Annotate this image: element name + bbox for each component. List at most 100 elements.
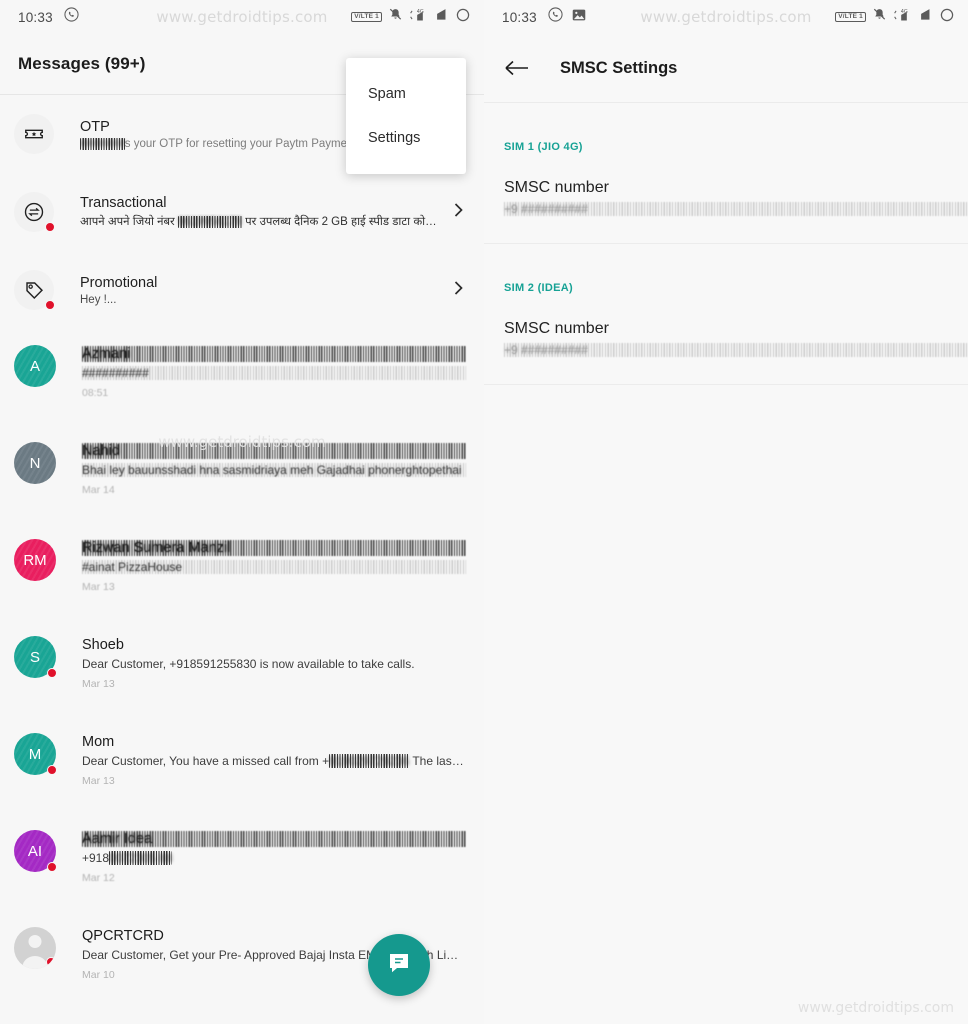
snippet-prefix: आपने अपने जियो नंबर <box>80 216 178 228</box>
center-watermark: www.getdroidtips.com <box>158 433 326 451</box>
avatar: M <box>14 733 57 775</box>
conversation-text: Azmani ########## 08:51 <box>82 345 466 426</box>
redacted-phone: 9619956178 <box>177 216 242 228</box>
dual-screenshot-composite: 10:33 www.getdroidtips.com V/LTE 1 4G Me… <box>0 0 968 1024</box>
avatar: S <box>14 636 57 678</box>
snippet-suffix: The last miss... <box>412 754 466 768</box>
unread-badge <box>46 957 56 967</box>
redacted-text: ####### <box>80 137 125 150</box>
smsc-number-row-sim1[interactable]: SMSC number +9 ########## <box>484 153 968 216</box>
message-snippet: #ainat PizzaHouse <box>82 560 466 574</box>
conversation-row[interactable]: RM Rizwan Sumera Manzil #ainat PizzaHous… <box>0 523 484 620</box>
status-bar: 10:33 www.getdroidtips.com V/LTE 1 4G <box>0 0 484 34</box>
avatar-initials: S <box>29 648 40 666</box>
conversation-text: Aamir Idea +9180072305 88 Mar 12 <box>82 830 466 911</box>
message-snippet: ########## <box>82 366 466 380</box>
category-text-promotional: Promotional Hey !... <box>80 275 442 306</box>
notifications-muted-icon <box>389 8 402 27</box>
avatar-initials: N <box>29 454 41 472</box>
image-icon <box>572 8 586 26</box>
conversation-text: Nahid Bhai ley bauunsshadi hna sasmidria… <box>82 442 466 523</box>
message-date: Mar 13 <box>82 678 115 690</box>
right-panel-smsc-settings: 10:33 www.getdroidtips.com V/LTE 1 4G SM… <box>484 0 968 1024</box>
unread-badge <box>47 862 57 872</box>
message-snippet: Dear Customer, You have a missed call fr… <box>82 754 466 768</box>
conversation-text: Shoeb Dear Customer, +918591255830 is no… <box>82 636 466 717</box>
category-title: Transactional <box>80 195 167 211</box>
message-date: 08:51 <box>82 387 109 399</box>
contact-name: Aamir Idea <box>82 831 466 847</box>
message-snippet: Dear Customer, +918591255830 is now avai… <box>82 657 415 671</box>
sim-section-label-1: SIM 1 (JIO 4G) <box>504 141 583 153</box>
back-arrow-icon[interactable] <box>504 59 538 77</box>
chevron-right-icon[interactable] <box>452 278 466 303</box>
volte-badge: V/LTE 1 <box>351 11 382 23</box>
avatar: RM <box>14 539 56 581</box>
status-bar-system-icons: V/LTE 1 4G <box>351 8 470 27</box>
conversation-text: Rizwan Sumera Manzil #ainat PizzaHouse M… <box>82 539 466 620</box>
conversation-text: Mom Dear Customer, You have a missed cal… <box>82 733 466 814</box>
notifications-muted-icon <box>873 8 886 27</box>
category-row-transactional[interactable]: Transactional आपने अपने जियो नंबर 961995… <box>0 173 484 251</box>
avatar: AI <box>14 830 57 872</box>
contact-name: Azmani <box>82 346 466 362</box>
whatsapp-icon <box>548 7 563 27</box>
message-snippet: Bhai ley bauunsshadi hna sasmidriaya meh… <box>82 463 466 477</box>
avatar-initials: A <box>29 357 40 375</box>
setting-value: +9 ########## <box>504 343 968 357</box>
snippet-prefix: Dear Customer, You have a missed call fr… <box>82 754 330 768</box>
conversation-row[interactable]: A Azmani ########## 08:51 <box>0 329 484 426</box>
status-bar-system-icons: V/LTE 1 4G <box>835 8 954 27</box>
ticket-star-icon <box>14 114 54 154</box>
avatar-placeholder-icon <box>14 927 56 969</box>
category-snippet: Hey !... <box>80 293 117 306</box>
avatar: A <box>14 345 56 387</box>
contact-name: Mom <box>82 734 115 750</box>
unread-badge <box>47 765 57 775</box>
contact-name: Shoeb <box>82 637 124 653</box>
signal-icon <box>436 8 449 26</box>
contact-name: Rizwan Sumera Manzil <box>82 540 466 556</box>
chevron-right-icon[interactable] <box>452 200 466 225</box>
left-panel-messages-app: 10:33 www.getdroidtips.com V/LTE 1 4G Me… <box>0 0 484 1024</box>
status-bar-clock: 10:33 <box>502 9 537 25</box>
avatar-initials: AI <box>27 842 43 860</box>
redacted-phone: 0072305 88 <box>109 851 173 865</box>
unread-badge <box>45 300 55 310</box>
setting-value: +9 ########## <box>504 202 968 216</box>
avatar-initials: M <box>28 745 42 763</box>
signal-4g-icon: 4G <box>893 8 913 27</box>
setting-title: SMSC number <box>504 320 609 337</box>
battery-icon <box>456 8 470 27</box>
category-row-promotional[interactable]: Promotional Hey !... <box>0 251 484 329</box>
redacted-phone: 919029729236 <box>329 754 410 768</box>
signal-4g-icon: 4G <box>409 8 429 27</box>
category-snippet: आपने अपने जियो नंबर 9619956178 पर उपलब्ध… <box>80 214 442 229</box>
unread-badge <box>47 668 57 678</box>
category-text-transactional: Transactional आपने अपने जियो नंबर 961995… <box>80 195 442 229</box>
status-bar: 10:33 www.getdroidtips.com V/LTE 1 4G <box>484 0 968 34</box>
transaction-arrows-icon <box>14 192 55 232</box>
message-snippet: +9180072305 88 <box>82 851 466 865</box>
price-tag-icon <box>14 270 55 310</box>
sim-section-label-2: SIM 2 (IDEA) <box>504 282 573 294</box>
conversation-row[interactable]: M Mom Dear Customer, You have a missed c… <box>0 717 484 814</box>
page-title: SMSC Settings <box>560 58 678 77</box>
smsc-number-row-sim2[interactable]: SMSC number +9 ########## <box>484 294 968 357</box>
new-message-fab[interactable] <box>368 934 430 996</box>
bottom-right-watermark: www.getdroidtips.com <box>797 1000 954 1016</box>
whatsapp-icon <box>64 7 79 27</box>
snippet-suffix: पर उपलब्ध दैनिक 2 GB हाई स्पीड डाटा कोटा… <box>241 216 442 228</box>
new-message-icon <box>386 950 412 981</box>
menu-item-spam[interactable]: Spam <box>346 72 466 116</box>
menu-item-settings[interactable]: Settings <box>346 116 466 160</box>
battery-icon <box>940 8 954 27</box>
status-bar-clock: 10:33 <box>18 9 53 25</box>
avatar-initials: RM <box>23 551 47 569</box>
snippet-prefix: +918 <box>82 851 110 865</box>
conversation-row[interactable]: S Shoeb Dear Customer, +918591255830 is … <box>0 620 484 717</box>
message-date: Mar 13 <box>82 581 115 593</box>
setting-title: SMSC number <box>504 179 609 196</box>
conversation-row[interactable]: AI Aamir Idea +9180072305 88 Mar 12 <box>0 814 484 911</box>
message-date: Mar 12 <box>82 872 115 884</box>
